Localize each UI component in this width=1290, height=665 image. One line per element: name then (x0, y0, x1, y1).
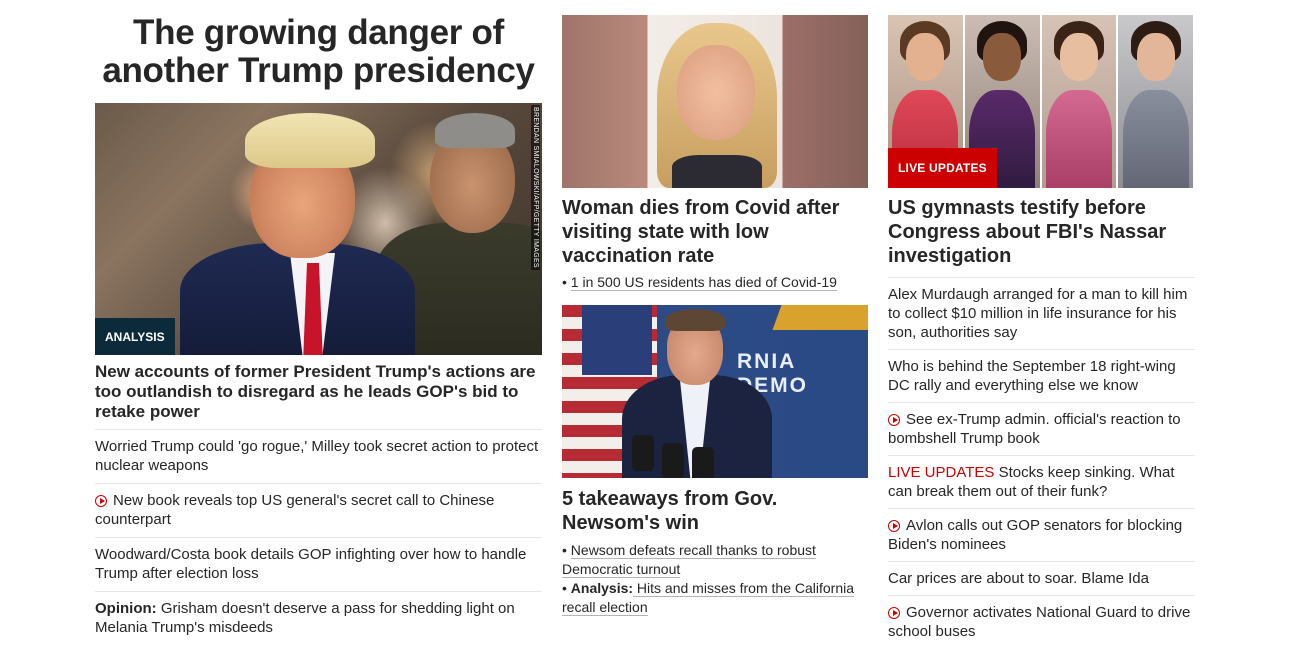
play-icon (888, 520, 900, 532)
story-link[interactable]: Who is behind the September 18 right-win… (888, 358, 1176, 394)
story-link[interactable]: Alex Murdaugh arranged for a man to kill… (888, 286, 1187, 341)
list-item[interactable]: New book reveals top US general's secret… (95, 483, 542, 537)
video-story-link[interactable]: Avlon calls out GOP senators for blockin… (888, 517, 1182, 553)
newsom-image[interactable]: RNIA DEMO (562, 305, 868, 478)
gymnasts-story-headline[interactable]: US gymnasts testify before Congress abou… (888, 196, 1195, 268)
analysis-label: Analysis: (570, 580, 634, 596)
newsom-sub-bullets: • Newsom defeats recall thanks to robust… (562, 541, 868, 617)
analysis-tag: ANALYSIS (95, 318, 175, 355)
hero-title[interactable]: The growing danger of another Trump pres… (95, 14, 542, 90)
gymnasts-image[interactable]: LIVE UPDATES (888, 15, 1195, 188)
middle-column: Woman dies from Covid after visiting sta… (562, 15, 868, 617)
play-icon (95, 495, 107, 507)
sub-bullet[interactable]: • Analysis: Hits and misses from the Cal… (562, 579, 868, 617)
related-links-list: Worried Trump could 'go rogue,' Milley t… (95, 429, 542, 645)
woman-portrait-image[interactable] (562, 15, 868, 188)
live-updates-tag: LIVE UPDATES (888, 148, 997, 188)
list-item[interactable]: Woodward/Costa book details GOP infighti… (95, 537, 542, 591)
top-story-column: The growing danger of another Trump pres… (95, 0, 542, 636)
right-column: LIVE UPDATES US gymnasts testify before … (888, 15, 1195, 648)
gymnast-photo (1041, 15, 1119, 188)
play-icon (888, 414, 900, 426)
newsom-story-headline[interactable]: 5 takeaways from Gov. Newsom's win (562, 487, 868, 535)
play-icon (888, 607, 900, 619)
sub-bullet[interactable]: • Newsom defeats recall thanks to robust… (562, 541, 868, 579)
list-item[interactable]: LIVE UPDATES Stocks keep sinking. What c… (888, 455, 1195, 508)
list-item[interactable]: Alex Murdaugh arranged for a man to kill… (888, 277, 1195, 349)
list-item[interactable]: Avlon calls out GOP senators for blockin… (888, 508, 1195, 561)
story-link[interactable]: Woodward/Costa book details GOP infighti… (95, 546, 526, 582)
video-story-link[interactable]: New book reveals top US general's secret… (95, 492, 494, 528)
story-link[interactable]: Car prices are about to soar. Blame Ida (888, 570, 1149, 587)
covid-sub-bullet[interactable]: • 1 in 500 US residents has died of Covi… (562, 273, 868, 292)
image-credit: BRENDAN SMIALOWSKI/AFP/GETTY IMAGES (531, 105, 540, 270)
video-story-link[interactable]: See ex-Trump admin. official's reaction … (888, 411, 1181, 447)
more-stories-list: Alex Murdaugh arranged for a man to kill… (888, 277, 1195, 648)
list-item[interactable]: Who is behind the September 18 right-win… (888, 349, 1195, 402)
microphone (662, 443, 684, 478)
trump-milley-image[interactable]: BRENDAN SMIALOWSKI/AFP/GETTY IMAGES ANAL… (95, 103, 542, 355)
list-item[interactable]: Opinion: Grisham doesn't deserve a pass … (95, 591, 542, 645)
lead-headline-link[interactable]: New accounts of former President Trump's… (95, 362, 542, 422)
sub-link[interactable]: Newsom defeats recall thanks to robust D… (562, 542, 816, 578)
covid-sub-link[interactable]: 1 in 500 US residents has died of Covid-… (570, 274, 837, 291)
opinion-story-link[interactable]: Grisham doesn't deserve a pass for shedd… (95, 600, 515, 636)
covid-story-headline[interactable]: Woman dies from Covid after visiting sta… (562, 196, 868, 268)
microphone (632, 435, 654, 471)
microphone (692, 447, 714, 478)
list-item[interactable]: Car prices are about to soar. Blame Ida (888, 561, 1195, 595)
list-item[interactable]: Governor activates National Guard to dri… (888, 595, 1195, 648)
story-link[interactable]: Worried Trump could 'go rogue,' Milley t… (95, 438, 538, 474)
video-story-link[interactable]: Governor activates National Guard to dri… (888, 604, 1190, 640)
list-item[interactable]: See ex-Trump admin. official's reaction … (888, 402, 1195, 455)
list-item[interactable]: Worried Trump could 'go rogue,' Milley t… (95, 429, 542, 483)
gymnast-photo (1118, 15, 1195, 188)
live-updates-label: LIVE UPDATES (888, 464, 995, 481)
opinion-label: Opinion: (95, 600, 157, 617)
